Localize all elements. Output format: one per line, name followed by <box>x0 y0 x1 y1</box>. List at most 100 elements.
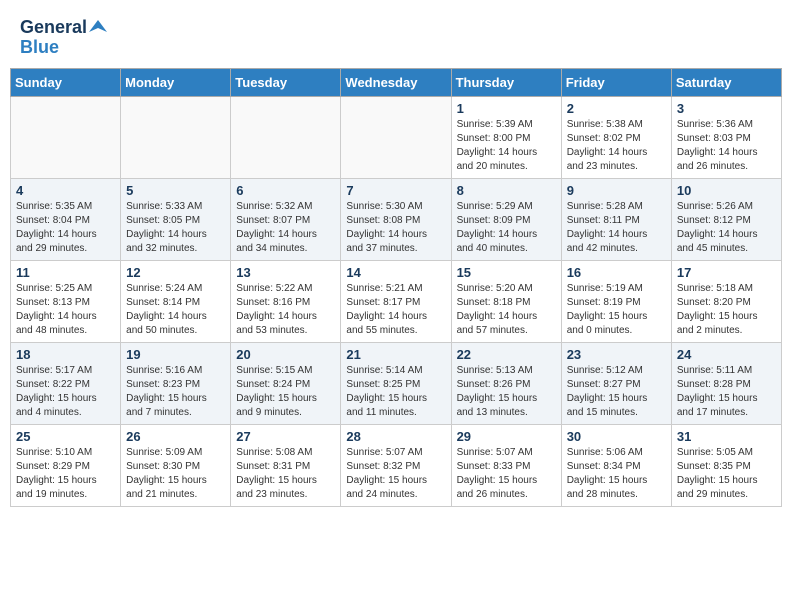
calendar-day-cell: 1 Sunrise: 5:39 AM Sunset: 8:00 PM Daylig… <box>451 96 561 178</box>
calendar-day-cell: 16 Sunrise: 5:19 AM Sunset: 8:19 PM Dayli… <box>561 260 671 342</box>
day-number: 18 <box>16 347 115 362</box>
calendar-day-cell: 5Sunrise: 5:33 AM Sunset: 8:05 PM Daylig… <box>121 178 231 260</box>
calendar-day-cell: 13 Sunrise: 5:22 AM Sunset: 8:16 PM Dayli… <box>231 260 341 342</box>
calendar-day-cell: 2 Sunrise: 5:38 AM Sunset: 8:02 PM Daylig… <box>561 96 671 178</box>
weekday-header-friday: Friday <box>561 68 671 96</box>
calendar-day-cell: 4Sunrise: 5:35 AM Sunset: 8:04 PM Daylig… <box>11 178 121 260</box>
calendar-day-cell: 6Sunrise: 5:32 AM Sunset: 8:07 PM Daylig… <box>231 178 341 260</box>
day-number: 4 <box>16 183 115 198</box>
calendar-day-cell: 15 Sunrise: 5:20 AM Sunset: 8:18 PM Dayli… <box>451 260 561 342</box>
day-number: 31 <box>677 429 776 444</box>
day-info: Sunrise: 5:06 AM Sunset: 8:34 PM Dayligh… <box>567 446 666 502</box>
calendar-week-row: 1 Sunrise: 5:39 AM Sunset: 8:00 PM Daylig… <box>11 96 782 178</box>
weekday-header-saturday: Saturday <box>671 68 781 96</box>
day-info: Sunrise: 5:28 AM Sunset: 8:11 PM Dayligh… <box>567 200 666 256</box>
calendar-day-cell: 18 Sunrise: 5:17 AM Sunset: 8:22 PM Dayli… <box>11 342 121 424</box>
day-number: 15 <box>457 265 556 280</box>
day-number: 16 <box>567 265 666 280</box>
calendar-day-cell: 12 Sunrise: 5:24 AM Sunset: 8:14 PM Dayli… <box>121 260 231 342</box>
calendar-table: SundayMondayTuesdayWednesdayThursdayFrid… <box>10 68 782 507</box>
logo-bird-icon <box>89 18 107 36</box>
day-info: Sunrise: 5:05 AM Sunset: 8:35 PM Dayligh… <box>677 446 776 502</box>
weekday-header-row: SundayMondayTuesdayWednesdayThursdayFrid… <box>11 68 782 96</box>
day-info: Sunrise: 5:14 AM Sunset: 8:25 PM Dayligh… <box>346 364 445 420</box>
day-number: 27 <box>236 429 335 444</box>
calendar-day-cell: 27 Sunrise: 5:08 AM Sunset: 8:31 PM Dayli… <box>231 424 341 506</box>
day-number: 13 <box>236 265 335 280</box>
day-number: 24 <box>677 347 776 362</box>
calendar-day-cell: 23Sunrise: 5:12 AM Sunset: 8:27 PM Dayli… <box>561 342 671 424</box>
day-number: 2 <box>567 101 666 116</box>
weekday-header-monday: Monday <box>121 68 231 96</box>
calendar-day-cell: 30Sunrise: 5:06 AM Sunset: 8:34 PM Dayli… <box>561 424 671 506</box>
day-info: Sunrise: 5:39 AM Sunset: 8:00 PM Dayligh… <box>457 118 556 174</box>
logo-blue-text: Blue <box>20 38 59 58</box>
calendar-day-cell: 3 Sunrise: 5:36 AM Sunset: 8:03 PM Daylig… <box>671 96 781 178</box>
weekday-header-tuesday: Tuesday <box>231 68 341 96</box>
weekday-header-thursday: Thursday <box>451 68 561 96</box>
calendar-day-cell <box>11 96 121 178</box>
calendar-day-cell: 17 Sunrise: 5:18 AM Sunset: 8:20 PM Dayli… <box>671 260 781 342</box>
day-info: Sunrise: 5:24 AM Sunset: 8:14 PM Dayligh… <box>126 282 225 338</box>
calendar-day-cell: 29Sunrise: 5:07 AM Sunset: 8:33 PM Dayli… <box>451 424 561 506</box>
calendar-day-cell: 31 Sunrise: 5:05 AM Sunset: 8:35 PM Dayli… <box>671 424 781 506</box>
calendar-day-cell: 10 Sunrise: 5:26 AM Sunset: 8:12 PM Dayli… <box>671 178 781 260</box>
day-number: 25 <box>16 429 115 444</box>
day-info: Sunrise: 5:18 AM Sunset: 8:20 PM Dayligh… <box>677 282 776 338</box>
day-number: 3 <box>677 101 776 116</box>
day-number: 10 <box>677 183 776 198</box>
day-number: 22 <box>457 347 556 362</box>
weekday-header-sunday: Sunday <box>11 68 121 96</box>
page-header: General Blue <box>10 10 782 62</box>
day-info: Sunrise: 5:07 AM Sunset: 8:33 PM Dayligh… <box>457 446 556 502</box>
day-number: 20 <box>236 347 335 362</box>
day-number: 21 <box>346 347 445 362</box>
day-info: Sunrise: 5:26 AM Sunset: 8:12 PM Dayligh… <box>677 200 776 256</box>
logo-general-text: General <box>20 18 87 38</box>
day-info: Sunrise: 5:11 AM Sunset: 8:28 PM Dayligh… <box>677 364 776 420</box>
day-number: 7 <box>346 183 445 198</box>
day-number: 19 <box>126 347 225 362</box>
calendar-day-cell: 7 Sunrise: 5:30 AM Sunset: 8:08 PM Daylig… <box>341 178 451 260</box>
calendar-day-cell <box>231 96 341 178</box>
weekday-header-wednesday: Wednesday <box>341 68 451 96</box>
day-number: 12 <box>126 265 225 280</box>
day-info: Sunrise: 5:30 AM Sunset: 8:08 PM Dayligh… <box>346 200 445 256</box>
calendar-day-cell: 20 Sunrise: 5:15 AM Sunset: 8:24 PM Dayli… <box>231 342 341 424</box>
calendar-day-cell: 19Sunrise: 5:16 AM Sunset: 8:23 PM Dayli… <box>121 342 231 424</box>
calendar-day-cell: 9Sunrise: 5:28 AM Sunset: 8:11 PM Daylig… <box>561 178 671 260</box>
day-number: 1 <box>457 101 556 116</box>
calendar-day-cell: 22 Sunrise: 5:13 AM Sunset: 8:26 PM Dayli… <box>451 342 561 424</box>
calendar-day-cell: 24 Sunrise: 5:11 AM Sunset: 8:28 PM Dayli… <box>671 342 781 424</box>
day-info: Sunrise: 5:21 AM Sunset: 8:17 PM Dayligh… <box>346 282 445 338</box>
day-info: Sunrise: 5:08 AM Sunset: 8:31 PM Dayligh… <box>236 446 335 502</box>
day-info: Sunrise: 5:20 AM Sunset: 8:18 PM Dayligh… <box>457 282 556 338</box>
calendar-day-cell: 8 Sunrise: 5:29 AM Sunset: 8:09 PM Daylig… <box>451 178 561 260</box>
logo: General Blue <box>20 18 107 58</box>
calendar-day-cell: 26Sunrise: 5:09 AM Sunset: 8:30 PM Dayli… <box>121 424 231 506</box>
day-info: Sunrise: 5:17 AM Sunset: 8:22 PM Dayligh… <box>16 364 115 420</box>
calendar-week-row: 18 Sunrise: 5:17 AM Sunset: 8:22 PM Dayli… <box>11 342 782 424</box>
day-info: Sunrise: 5:29 AM Sunset: 8:09 PM Dayligh… <box>457 200 556 256</box>
day-number: 17 <box>677 265 776 280</box>
day-info: Sunrise: 5:12 AM Sunset: 8:27 PM Dayligh… <box>567 364 666 420</box>
calendar-week-row: 11Sunrise: 5:25 AM Sunset: 8:13 PM Dayli… <box>11 260 782 342</box>
day-number: 14 <box>346 265 445 280</box>
day-number: 11 <box>16 265 115 280</box>
day-number: 5 <box>126 183 225 198</box>
day-info: Sunrise: 5:22 AM Sunset: 8:16 PM Dayligh… <box>236 282 335 338</box>
day-info: Sunrise: 5:10 AM Sunset: 8:29 PM Dayligh… <box>16 446 115 502</box>
calendar-day-cell: 28Sunrise: 5:07 AM Sunset: 8:32 PM Dayli… <box>341 424 451 506</box>
calendar-day-cell: 25 Sunrise: 5:10 AM Sunset: 8:29 PM Dayli… <box>11 424 121 506</box>
day-info: Sunrise: 5:19 AM Sunset: 8:19 PM Dayligh… <box>567 282 666 338</box>
day-info: Sunrise: 5:32 AM Sunset: 8:07 PM Dayligh… <box>236 200 335 256</box>
calendar-day-cell <box>341 96 451 178</box>
calendar-week-row: 25 Sunrise: 5:10 AM Sunset: 8:29 PM Dayli… <box>11 424 782 506</box>
day-info: Sunrise: 5:38 AM Sunset: 8:02 PM Dayligh… <box>567 118 666 174</box>
day-number: 8 <box>457 183 556 198</box>
day-info: Sunrise: 5:15 AM Sunset: 8:24 PM Dayligh… <box>236 364 335 420</box>
calendar-day-cell: 14 Sunrise: 5:21 AM Sunset: 8:17 PM Dayli… <box>341 260 451 342</box>
day-info: Sunrise: 5:36 AM Sunset: 8:03 PM Dayligh… <box>677 118 776 174</box>
day-number: 28 <box>346 429 445 444</box>
day-info: Sunrise: 5:13 AM Sunset: 8:26 PM Dayligh… <box>457 364 556 420</box>
